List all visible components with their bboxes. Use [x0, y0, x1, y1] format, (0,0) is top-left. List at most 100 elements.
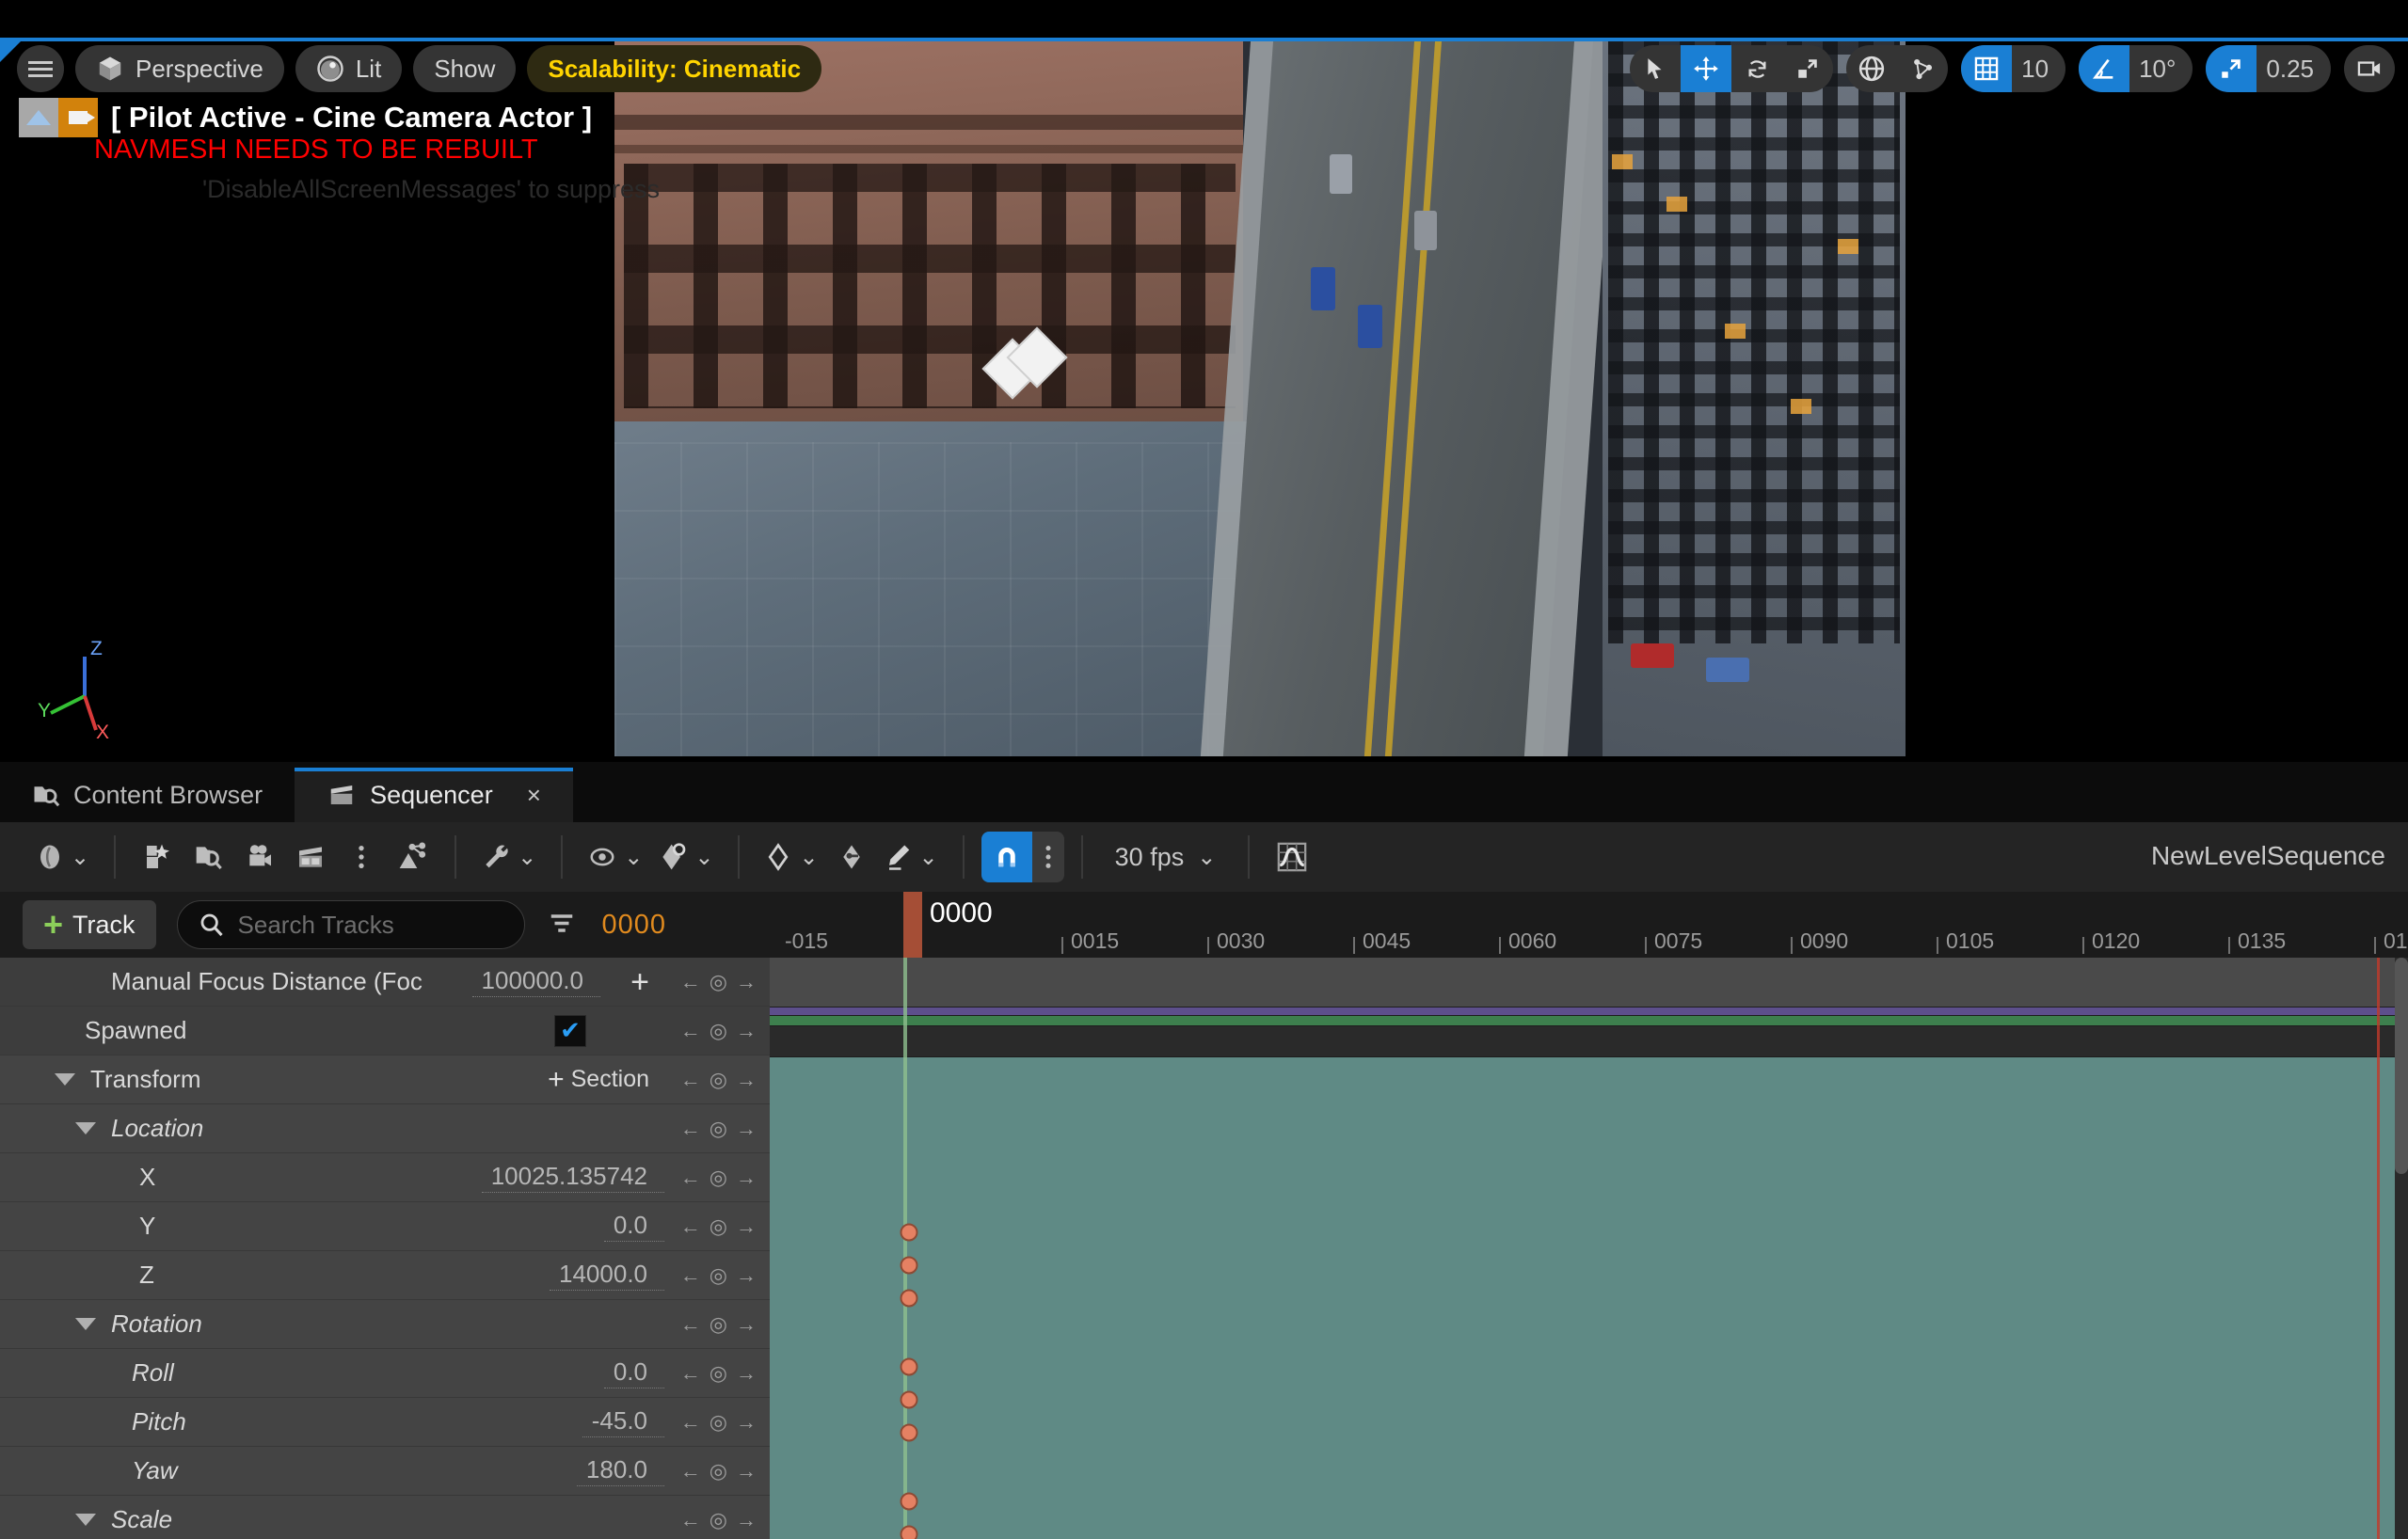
- key-nav-controls[interactable]: ← ◎ →: [680, 1361, 757, 1386]
- scale-snap-toggle[interactable]: [2206, 45, 2257, 92]
- spawned-checkbox[interactable]: ✔: [554, 1014, 586, 1047]
- track-value[interactable]: 180.0: [576, 1455, 664, 1486]
- track-value[interactable]: 0.0: [603, 1211, 664, 1242]
- curve-editor-button[interactable]: [1267, 832, 1317, 882]
- chevron-down-icon[interactable]: [75, 1122, 96, 1134]
- keyframe-options-button[interactable]: ⌄: [650, 832, 721, 882]
- surface-snap-button[interactable]: [1897, 45, 1948, 92]
- add-key-icon[interactable]: +: [630, 966, 649, 998]
- more-options-button[interactable]: [336, 832, 387, 882]
- key-nav-controls[interactable]: ← ◎ →: [680, 1410, 757, 1435]
- table-row[interactable]: Roll 0.0 ← ◎ →: [0, 1349, 770, 1398]
- table-row[interactable]: Manual Focus Distance (Foc 100000.0 + ← ◎…: [0, 958, 770, 1007]
- view-options-button[interactable]: ⌄: [580, 832, 650, 882]
- key-nav-controls[interactable]: ← ◎ →: [680, 1019, 757, 1043]
- chevron-down-icon[interactable]: [75, 1514, 96, 1526]
- vertical-scrollbar[interactable]: [2395, 958, 2408, 1539]
- key-nav-controls[interactable]: ← ◎ →: [680, 1117, 757, 1141]
- world-coords-button[interactable]: [1846, 45, 1897, 92]
- snap-options-button[interactable]: [1031, 832, 1064, 882]
- table-row[interactable]: Location ← ◎ →: [0, 1104, 770, 1153]
- tools-dropdown-button[interactable]: ⌄: [473, 832, 544, 882]
- grid-snap-value[interactable]: 10: [2012, 55, 2065, 84]
- lane-section-green[interactable]: [770, 1016, 2408, 1025]
- table-row[interactable]: Z 14000.0 ← ◎ →: [0, 1251, 770, 1300]
- cine-camera-icon[interactable]: [58, 98, 98, 137]
- key-nav-controls[interactable]: ← ◎ →: [680, 1068, 757, 1092]
- render-movie-button[interactable]: [285, 832, 336, 882]
- table-row[interactable]: Y 0.0 ← ◎ →: [0, 1202, 770, 1251]
- viewport-menu-button[interactable]: [17, 45, 64, 92]
- angle-snap-toggle[interactable]: [2079, 45, 2130, 92]
- camera-cuts-button[interactable]: [234, 832, 285, 882]
- lit-mode-dropdown[interactable]: Lit: [295, 45, 403, 92]
- show-menu-button[interactable]: Show: [413, 45, 517, 92]
- actions-button[interactable]: [387, 832, 438, 882]
- fps-dropdown[interactable]: 30 fps ⌄: [1100, 843, 1232, 872]
- timeline-ruler[interactable]: -015 0015 0030 0045 0060 0075 0090 0105 …: [770, 892, 2408, 958]
- key-nav-controls[interactable]: ← ◎ →: [680, 1459, 757, 1483]
- keyframe[interactable]: [900, 1525, 918, 1539]
- table-row[interactable]: X 10025.135742 ← ◎ →: [0, 1153, 770, 1202]
- eject-icon[interactable]: [19, 98, 58, 137]
- keyframe[interactable]: [900, 1223, 918, 1242]
- table-row[interactable]: Transform + Section ← ◎ →: [0, 1055, 770, 1104]
- track-value[interactable]: 10025.135742: [481, 1162, 664, 1193]
- track-value[interactable]: -45.0: [582, 1406, 664, 1437]
- track-value[interactable]: 100000.0: [471, 966, 600, 997]
- move-tool-button[interactable]: [1681, 45, 1732, 92]
- add-section-button[interactable]: + Section: [548, 1065, 649, 1094]
- close-icon[interactable]: ×: [527, 781, 541, 810]
- scale-tool-button[interactable]: [1782, 45, 1833, 92]
- select-tool-button[interactable]: [1630, 45, 1681, 92]
- camera-speed-button[interactable]: [2344, 45, 2395, 92]
- tab-content-browser[interactable]: Content Browser: [0, 768, 295, 822]
- keyframe[interactable]: [900, 1357, 918, 1376]
- lane-row[interactable]: [770, 1026, 2408, 1056]
- keyframe[interactable]: [900, 1423, 918, 1442]
- chevron-down-icon[interactable]: [55, 1073, 75, 1086]
- auto-key-button[interactable]: [826, 832, 877, 882]
- find-in-content-browser-button[interactable]: [183, 832, 234, 882]
- keyframe[interactable]: [900, 1492, 918, 1511]
- world-dropdown-button[interactable]: ⌄: [28, 832, 97, 882]
- view-mode-dropdown[interactable]: Perspective: [75, 45, 284, 92]
- keyframe[interactable]: [900, 1390, 918, 1409]
- camera-gizmo[interactable]: [981, 326, 1068, 404]
- key-nav-controls[interactable]: ← ◎ →: [680, 1312, 757, 1337]
- track-value[interactable]: 0.0: [603, 1357, 664, 1388]
- playback-end-line[interactable]: [2377, 958, 2380, 1539]
- tab-sequencer[interactable]: Sequencer ×: [295, 768, 573, 822]
- playhead-handle[interactable]: [903, 892, 922, 958]
- lane-section-transform[interactable]: [770, 1057, 2408, 1539]
- table-row[interactable]: Yaw 180.0 ← ◎ →: [0, 1447, 770, 1496]
- key-nav-controls[interactable]: ← ◎ →: [680, 1508, 757, 1532]
- add-track-button[interactable]: + Track: [23, 900, 156, 949]
- chevron-down-icon[interactable]: [75, 1318, 96, 1330]
- current-frame-value[interactable]: 0000: [602, 910, 667, 941]
- key-interpolation-button[interactable]: ⌄: [757, 832, 825, 882]
- playhead-line[interactable]: [903, 958, 907, 1539]
- angle-snap-value[interactable]: 10°: [2129, 55, 2193, 84]
- key-nav-controls[interactable]: ← ◎ →: [680, 970, 757, 994]
- lane-section-spawned[interactable]: [770, 1007, 2408, 1015]
- table-row[interactable]: Rotation ← ◎ →: [0, 1300, 770, 1349]
- table-row[interactable]: Scale ← ◎ →: [0, 1496, 770, 1539]
- keyframe[interactable]: [900, 1289, 918, 1308]
- key-nav-controls[interactable]: ← ◎ →: [680, 1166, 757, 1190]
- pilot-icons[interactable]: [19, 98, 98, 137]
- table-row[interactable]: Spawned ✔ ← ◎ →: [0, 1007, 770, 1055]
- search-tracks-input[interactable]: Search Tracks: [176, 900, 525, 949]
- key-nav-controls[interactable]: ← ◎ →: [680, 1263, 757, 1288]
- key-nav-controls[interactable]: ← ◎ →: [680, 1214, 757, 1239]
- filter-button[interactable]: [548, 909, 576, 942]
- scrollbar-thumb[interactable]: [2395, 958, 2408, 1174]
- rotate-tool-button[interactable]: [1731, 45, 1782, 92]
- track-list[interactable]: Manual Focus Distance (Foc 100000.0 + ← ◎…: [0, 958, 770, 1539]
- curve-tangent-button[interactable]: ⌄: [877, 832, 946, 882]
- viewport-render[interactable]: [614, 41, 1906, 756]
- lane-row[interactable]: [770, 958, 2408, 1007]
- scale-snap-value[interactable]: 0.25: [2257, 55, 2331, 84]
- track-value[interactable]: 14000.0: [550, 1260, 664, 1291]
- snap-toggle-button[interactable]: [981, 832, 1032, 882]
